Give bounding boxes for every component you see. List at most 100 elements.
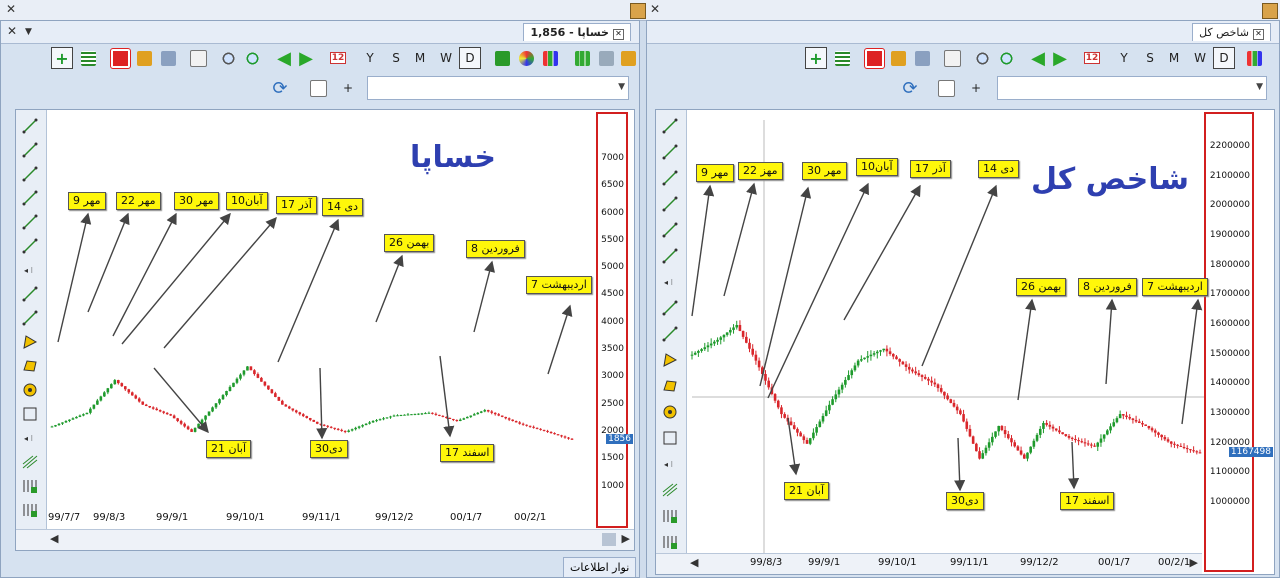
annotation-label[interactable]: فروردین 8 <box>1078 278 1137 296</box>
calendar-button[interactable]: 12 <box>1081 47 1103 69</box>
candle-body <box>799 432 802 437</box>
period-d-button[interactable]: D <box>459 47 481 69</box>
annotation-label[interactable]: آبان10 <box>856 158 898 176</box>
annotation-label[interactable]: مهر 9 <box>68 192 106 210</box>
annotation-label[interactable]: فروردین 8 <box>466 240 525 258</box>
annotation-label[interactable]: دی 14 <box>322 198 364 216</box>
annotation-label[interactable]: آذر 17 <box>910 160 951 178</box>
period-w-button[interactable]: W <box>435 47 457 69</box>
annotation-label[interactable]: دی30 <box>946 492 984 510</box>
scroll-left-icon[interactable]: ◀ <box>50 532 58 545</box>
scroll-right-icon[interactable]: ▶ <box>1190 556 1198 569</box>
candle-body <box>511 419 514 422</box>
annotation-label[interactable]: اردیبهشت 7 <box>526 276 592 294</box>
symbol-combobox[interactable]: ▼ <box>997 76 1267 100</box>
chart-canvas[interactable] <box>16 110 635 551</box>
close-icon[interactable]: ✕ <box>650 2 660 16</box>
notes-button[interactable] <box>187 47 209 69</box>
scroll-right-button[interactable]: ▶ <box>1049 47 1071 69</box>
export-button[interactable] <box>617 47 639 69</box>
annotation-label[interactable]: مهر 22 <box>116 192 161 210</box>
close-icon[interactable]: ✕ <box>6 2 16 16</box>
annotation-label[interactable]: آذر 17 <box>276 196 317 214</box>
print-button[interactable] <box>157 47 179 69</box>
color-button[interactable] <box>515 47 537 69</box>
period-m-button[interactable]: M <box>409 47 431 69</box>
zoom-out-button[interactable] <box>971 47 993 69</box>
scroll-right-button[interactable]: ▶ <box>295 47 317 69</box>
scroll-thumb[interactable] <box>602 533 616 546</box>
candle-body <box>722 334 726 338</box>
period-w-button[interactable]: W <box>1189 47 1211 69</box>
fullscreen-button[interactable] <box>863 47 885 69</box>
chart-settings-button[interactable] <box>935 77 957 99</box>
period-d-button[interactable]: D <box>1213 47 1235 69</box>
annotation-label[interactable]: مهر 30 <box>802 162 847 180</box>
refresh-button[interactable]: ⟳ <box>899 77 921 99</box>
bar-chart-button[interactable] <box>1243 47 1265 69</box>
save-button[interactable] <box>133 47 155 69</box>
candle-body <box>847 375 850 380</box>
grid-button[interactable] <box>77 47 99 69</box>
annotation-label[interactable]: آبان 21 <box>784 482 830 500</box>
tools-button[interactable] <box>595 47 617 69</box>
period-s-button[interactable]: S <box>1139 47 1161 69</box>
chart-area[interactable]: ◂ ⁝ ◂ ⁝ خساپا ◀ ▶ 7000 6500 6000 5500 5000 450… <box>15 109 635 551</box>
annotation-label[interactable]: دی30 <box>310 440 348 458</box>
notes-button[interactable] <box>941 47 963 69</box>
info-bar-button[interactable]: نوار اطلاعات <box>563 557 637 577</box>
period-y-button[interactable]: Y <box>359 47 381 69</box>
chart-settings-button[interactable] <box>307 77 329 99</box>
annotation-label[interactable]: آبان 21 <box>206 440 252 458</box>
annotation-label[interactable]: مهر 9 <box>696 164 734 182</box>
annotation-label[interactable]: اردیبهشت 7 <box>1142 278 1208 296</box>
tab-chart[interactable]: شاخص کل ✕ <box>1192 23 1271 41</box>
fullscreen-button[interactable] <box>109 47 131 69</box>
plus-icon: + <box>55 48 69 68</box>
close-icon[interactable]: ✕ <box>613 29 624 40</box>
scroll-left-button[interactable]: ◀ <box>1027 47 1049 69</box>
period-m-button[interactable]: M <box>1163 47 1185 69</box>
horizontal-scrollbar[interactable]: ◀ ▶ <box>16 529 634 550</box>
period-y-button[interactable]: Y <box>1113 47 1135 69</box>
print-button[interactable] <box>911 47 933 69</box>
add-indicator-button[interactable]: + <box>805 47 827 69</box>
annotation-label[interactable]: مهر 30 <box>174 192 219 210</box>
add-button[interactable]: + <box>965 77 987 99</box>
close-icon[interactable]: ✕ <box>1253 29 1264 40</box>
annotation-label[interactable]: اسفند 17 <box>440 444 495 462</box>
close-icon[interactable]: ✕ <box>7 24 17 38</box>
refresh-button[interactable]: ⟳ <box>269 77 291 99</box>
zoom-in-button[interactable] <box>241 47 263 69</box>
zoom-out-button[interactable] <box>217 47 239 69</box>
scroll-right-icon[interactable]: ▶ <box>622 532 630 545</box>
annotation-label[interactable]: بهمن 26 <box>384 234 435 252</box>
scroll-left-button[interactable]: ◀ <box>273 47 295 69</box>
annotation-label[interactable]: بهمن 26 <box>1016 278 1067 296</box>
symbol-combobox[interactable]: ▼ <box>367 76 629 100</box>
annotation-label[interactable]: آبان10 <box>226 192 268 210</box>
indicator-button[interactable] <box>491 47 513 69</box>
add-button[interactable]: + <box>337 77 359 99</box>
zoom-in-button[interactable] <box>995 47 1017 69</box>
period-s-button[interactable]: S <box>385 47 407 69</box>
scroll-left-icon[interactable]: ◀ <box>690 556 698 569</box>
add-indicator-button[interactable]: + <box>51 47 73 69</box>
annotation-label[interactable]: اسفند 17 <box>1060 492 1115 510</box>
candle-body <box>1102 434 1106 439</box>
calendar-button[interactable]: 12 <box>327 47 349 69</box>
chart-type-button[interactable] <box>571 47 593 69</box>
candle-body <box>792 425 796 429</box>
window-icon[interactable] <box>630 3 646 19</box>
candle-body <box>1019 450 1023 455</box>
annotation-label[interactable]: دی 14 <box>978 160 1020 178</box>
annotation-label[interactable]: مهز 22 <box>738 162 783 180</box>
save-button[interactable] <box>887 47 909 69</box>
bar-chart-button[interactable] <box>539 47 561 69</box>
candle-body <box>885 348 889 352</box>
grid-button[interactable] <box>831 47 853 69</box>
chart-area[interactable]: ◂ ⁝ ◂ ⁝ شاخص کل ◀ ▶ 2200000 2100000 2000000… <box>655 109 1275 575</box>
chevron-down-icon[interactable]: ▼ <box>25 27 32 37</box>
window-icon[interactable] <box>1262 3 1278 19</box>
tab-chart[interactable]: خساپا - 1,856 ✕ <box>523 23 631 41</box>
